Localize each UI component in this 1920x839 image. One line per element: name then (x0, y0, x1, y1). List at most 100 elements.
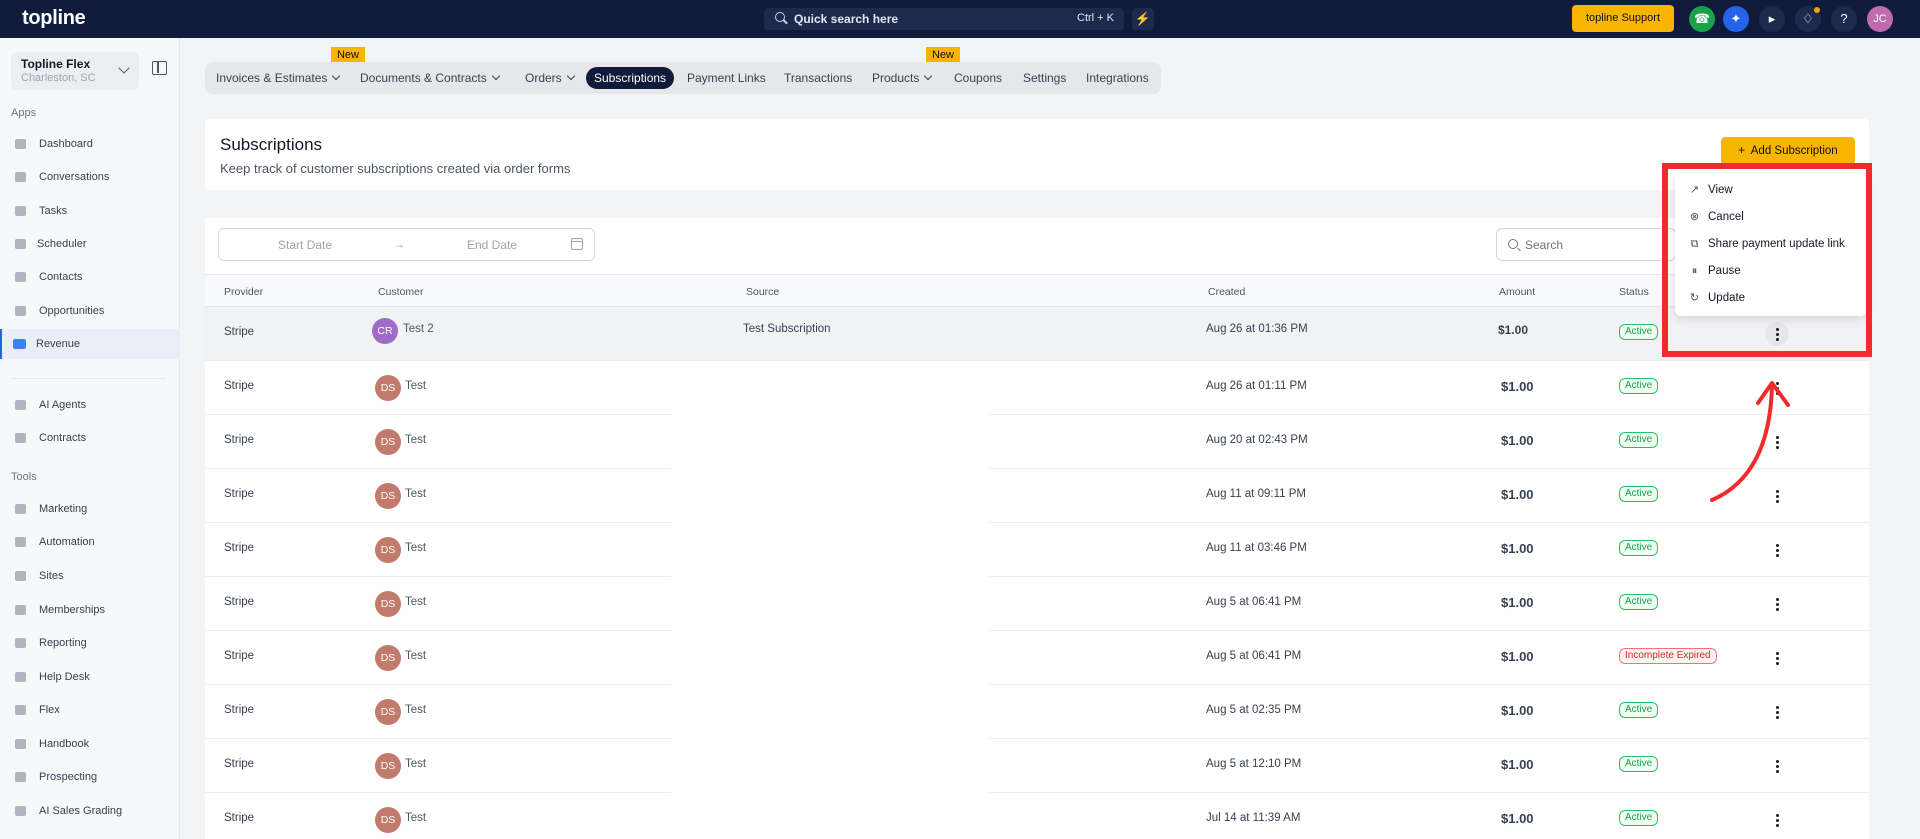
bell-icon[interactable]: ♢ (1795, 6, 1821, 32)
search-icon (1508, 239, 1518, 249)
logo[interactable]: topline (22, 7, 86, 30)
add-subscription-button[interactable]: + Add Subscription (1721, 137, 1855, 165)
sidebar-item-reporting[interactable]: Reporting (0, 628, 180, 658)
provider-cell: Stripe (224, 542, 255, 554)
created-cell: Aug 11 at 03:46 PM (1206, 542, 1307, 554)
sidebar-item-scheduler[interactable]: Scheduler (0, 229, 180, 259)
source-cell (671, 685, 989, 739)
user-avatar[interactable]: JC (1867, 6, 1893, 32)
tab-transactions[interactable]: Transactions (776, 67, 860, 89)
sidebar: Topline Flex Charleston, SC Apps Dashboa… (0, 38, 180, 839)
sidebar-item-revenue[interactable]: Revenue (0, 329, 180, 359)
bolt-icon[interactable]: ⚡ (1132, 8, 1154, 30)
row-actions-button[interactable] (1765, 538, 1789, 562)
created-cell: Aug 11 at 09:11 PM (1206, 488, 1306, 500)
page-subtitle: Keep track of customer subscriptions cre… (220, 161, 571, 176)
source-cell (671, 739, 989, 793)
search-input[interactable] (1525, 229, 1665, 260)
annotation-arrow (1710, 381, 1790, 502)
provider-cell: Stripe (224, 380, 255, 392)
tab-coupons[interactable]: Coupons (946, 67, 1010, 89)
customer-name[interactable]: Test (405, 758, 426, 770)
magic-icon[interactable]: ✦ (1723, 6, 1749, 32)
row-actions-button[interactable] (1765, 754, 1789, 778)
dashboard-icon (15, 139, 26, 149)
phone-icon[interactable]: ☎ (1689, 6, 1715, 32)
customer-name[interactable]: Test (405, 812, 426, 824)
gear-icon (15, 537, 26, 547)
sidebar-item-contracts[interactable]: Contracts (0, 423, 180, 453)
tab-settings[interactable]: Settings (1015, 67, 1074, 89)
sidebar-item-sites[interactable]: Sites (0, 561, 180, 591)
row-actions-button[interactable] (1765, 700, 1789, 724)
end-date: End Date (467, 238, 518, 252)
megaphone-icon[interactable]: ▸ (1759, 6, 1785, 32)
customer-name[interactable]: Test (405, 434, 426, 446)
support-button[interactable]: topline Support (1572, 5, 1674, 32)
search-field[interactable] (1496, 228, 1676, 261)
avatar: DS (375, 591, 401, 617)
sidebar-item-tasks[interactable]: Tasks (0, 196, 180, 226)
row-actions-button[interactable] (1765, 808, 1789, 832)
sidebar-item-prospecting[interactable]: Prospecting (0, 762, 180, 792)
tab-products[interactable]: Products (864, 67, 939, 89)
table-row[interactable]: Stripe DS Test Aug 11 at 09:11 PM $1.00 Activ… (205, 469, 1869, 523)
filter-row: Start Date → End Date (205, 218, 1869, 273)
table-row[interactable]: Stripe CR Test 2 Test Subscription Aug 26 at… (205, 307, 1869, 361)
sidebar-collapse-icon[interactable] (152, 61, 167, 75)
tab-orders[interactable]: Orders (517, 67, 582, 89)
tab-subscriptions[interactable]: Subscriptions (586, 67, 675, 89)
table-row[interactable]: Stripe DS Test Jul 14 at 11:39 AM $1.00 Activ… (205, 793, 1869, 839)
status-badge: Active (1619, 432, 1659, 448)
customer-name[interactable]: Test (405, 596, 426, 608)
table-row[interactable]: Stripe DS Test Aug 5 at 06:41 PM $1.00 Active (205, 577, 1869, 631)
credit-card-icon (13, 339, 26, 349)
tab-documents-contracts[interactable]: Documents & Contracts (352, 67, 507, 89)
customer-name[interactable]: Test (405, 542, 426, 554)
customer-name[interactable]: Test (405, 488, 426, 500)
customer-name[interactable]: Test (405, 380, 426, 392)
provider-cell: Stripe (224, 434, 255, 446)
tab-integrations[interactable]: Integrations (1078, 67, 1157, 89)
location-switcher[interactable]: Topline Flex Charleston, SC (11, 52, 139, 90)
sidebar-item-contacts[interactable]: Contacts (0, 262, 180, 292)
sidebar-item-conversations[interactable]: Conversations (0, 162, 180, 192)
sidebar-item-dashboard[interactable]: Dashboard (0, 129, 180, 159)
row-actions-button[interactable] (1765, 592, 1789, 616)
tab-invoices-estimates[interactable]: Invoices & Estimates (208, 67, 347, 89)
tab-payment-links[interactable]: Payment Links (679, 67, 774, 89)
notification-dot (1814, 7, 1820, 13)
column-customer: Customer (378, 286, 424, 298)
page-header: Subscriptions Keep track of customer sub… (205, 119, 1869, 190)
row-actions-button[interactable] (1765, 646, 1789, 670)
customer-name[interactable]: Test 2 (403, 323, 434, 335)
arrow-right-icon: → (393, 237, 405, 251)
table-row[interactable]: Stripe DS Test Aug 11 at 03:46 PM $1.00 Activ… (205, 523, 1869, 577)
avatar: CR (372, 318, 398, 344)
created-cell: Jul 14 at 11:39 AM (1206, 812, 1301, 824)
sidebar-item-handbook[interactable]: Handbook (0, 729, 180, 759)
status-badge: Active (1619, 702, 1659, 718)
sidebar-item-memberships[interactable]: Memberships (0, 595, 180, 625)
sidebar-item-opportunities[interactable]: Opportunities (0, 296, 180, 326)
help-icon[interactable]: ? (1831, 6, 1857, 32)
sidebar-item-help-desk[interactable]: Help Desk (0, 662, 180, 692)
table-row[interactable]: Stripe DS Test Aug 20 at 02:43 PM $1.00 Activ… (205, 415, 1869, 469)
table-row[interactable]: Stripe DS Test Aug 5 at 02:35 PM $1.00 Active (205, 685, 1869, 739)
customer-name[interactable]: Test (405, 650, 426, 662)
table-row[interactable]: Stripe DS Test Aug 26 at 01:11 PM $1.00 Activ… (205, 361, 1869, 415)
users-icon (15, 605, 26, 615)
search-icon (775, 12, 785, 22)
sidebar-item-flex[interactable]: Flex (0, 695, 180, 725)
chevron-down-icon (924, 71, 933, 81)
table-row[interactable]: Stripe DS Test Aug 5 at 06:41 PM $1.00 Incomp… (205, 631, 1869, 685)
sidebar-item-automation[interactable]: Automation (0, 527, 180, 557)
table-row[interactable]: Stripe DS Test Aug 5 at 12:10 PM $1.00 Active (205, 739, 1869, 793)
sidebar-item-ai-agents[interactable]: AI Agents (0, 390, 180, 420)
sidebar-item-ai-sales-grading[interactable]: AI Sales Grading (0, 796, 180, 826)
date-range-picker[interactable]: Start Date → End Date (218, 228, 595, 261)
quick-search[interactable]: Quick search here Ctrl + K (764, 8, 1124, 30)
customer-name[interactable]: Test (405, 704, 426, 716)
apps-label: Apps (11, 107, 37, 119)
sidebar-item-marketing[interactable]: Marketing (0, 494, 180, 524)
